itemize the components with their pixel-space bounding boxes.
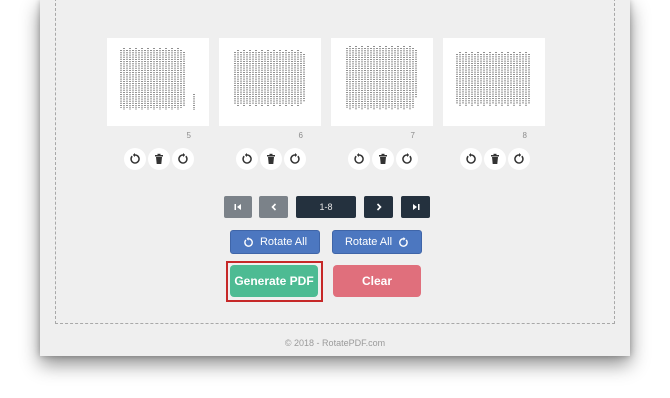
prev-page-button[interactable] [259, 196, 288, 218]
page-number: 8 [522, 131, 527, 140]
rotate-left-icon [242, 153, 252, 164]
first-page-button[interactable] [224, 196, 252, 218]
delete-page-button[interactable] [260, 148, 282, 170]
page-number: 7 [410, 131, 415, 140]
page-text-preview [346, 46, 417, 110]
next-page-button[interactable] [364, 196, 393, 218]
rotate-left-button[interactable] [348, 148, 370, 170]
rotate-all-left-label: Rotate All [259, 236, 308, 248]
rotate-right-button[interactable] [172, 148, 194, 170]
rotate-right-icon [290, 153, 300, 164]
rotate-left-icon [466, 153, 476, 164]
rotate-left-button[interactable] [460, 148, 482, 170]
page-text-preview [234, 50, 305, 106]
last-page-icon [412, 204, 419, 210]
page-range-label: 1-8 [319, 202, 333, 212]
rotate-all-right-label: Rotate All [344, 236, 393, 248]
first-page-icon [234, 204, 241, 210]
page-thumbnail[interactable] [107, 38, 209, 126]
trash-icon [155, 153, 163, 164]
generate-pdf-label: Generate PDF [234, 274, 314, 288]
footer-copyright: © 2018 - RotatePDF.com [284, 338, 386, 348]
generate-pdf-button[interactable]: Generate PDF [230, 265, 318, 297]
page-text-preview [456, 52, 530, 106]
rotate-left-icon [244, 236, 253, 247]
trash-icon [267, 153, 275, 164]
page-number: 5 [186, 131, 191, 140]
clear-label: Clear [361, 274, 393, 288]
delete-page-button[interactable] [484, 148, 506, 170]
rotate-right-icon [178, 153, 188, 164]
clear-button[interactable]: Clear [333, 265, 421, 297]
rotate-left-button[interactable] [236, 148, 258, 170]
page-actions [460, 148, 530, 170]
delete-page-button[interactable] [148, 148, 170, 170]
page-thumbnail[interactable] [443, 38, 545, 126]
page-range-indicator: 1-8 [296, 196, 356, 218]
last-page-button[interactable] [401, 196, 430, 218]
page-number: 6 [298, 131, 303, 140]
rotate-right-icon [402, 153, 412, 164]
app-window: 5 6 7 8 1-8 Rotate All Rotate All Genera… [40, 0, 630, 356]
page-thumbnail[interactable] [219, 38, 321, 126]
rotate-right-button[interactable] [284, 148, 306, 170]
rotate-right-icon [514, 153, 524, 164]
rotate-right-button[interactable] [508, 148, 530, 170]
rotate-all-left-button[interactable]: Rotate All [230, 230, 320, 254]
rotate-right-button[interactable] [396, 148, 418, 170]
rotate-left-button[interactable] [124, 148, 146, 170]
delete-page-button[interactable] [372, 148, 394, 170]
page-actions [124, 148, 194, 170]
trash-icon [491, 153, 499, 164]
chevron-right-icon [376, 203, 382, 211]
page-thumbnail[interactable] [331, 38, 433, 126]
page-actions [348, 148, 418, 170]
page-actions [236, 148, 306, 170]
page-text-preview [120, 48, 195, 110]
rotate-left-icon [130, 153, 140, 164]
chevron-left-icon [270, 203, 276, 211]
rotate-right-icon [399, 236, 408, 247]
rotate-all-right-button[interactable]: Rotate All [332, 230, 422, 254]
rotate-left-icon [354, 153, 364, 164]
trash-icon [379, 153, 387, 164]
